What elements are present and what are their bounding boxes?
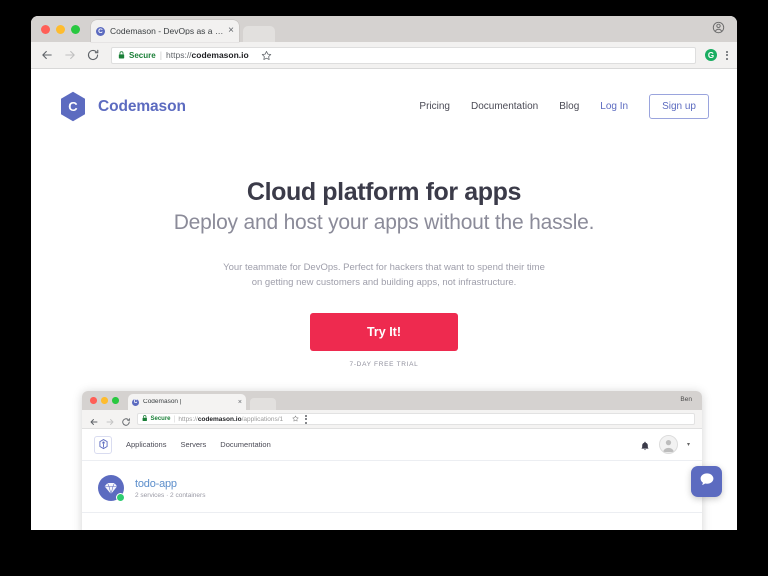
back-arrow-icon[interactable] — [40, 48, 54, 62]
site-nav: Pricing Documentation Blog Log In Sign u… — [419, 94, 709, 119]
status-indicator-online — [116, 493, 125, 502]
screenshot-url: https://codemason.io/applications/1 — [178, 416, 283, 423]
hero-subheadline: Deploy and host your apps without the ha… — [173, 210, 595, 234]
screenshot-window-controls — [90, 397, 119, 404]
free-trial-note: 7-DAY FREE TRIAL — [349, 360, 419, 368]
screenshot-tab-favicon-icon: C — [132, 398, 139, 406]
screenshot-tab-title: Codemason | — [143, 398, 182, 405]
svg-text:C: C — [68, 99, 78, 114]
address-bar[interactable]: Secure | https://codemason.io — [111, 46, 696, 64]
screenshot-three-dot-menu-icon — [305, 414, 308, 424]
screenshot-tab: C Codemason | × — [128, 394, 246, 410]
cta-container: Try It! 7-DAY FREE TRIAL — [31, 312, 737, 368]
browser-window: C Codemason - DevOps as a Ser × Secure |… — [31, 16, 737, 530]
screenshot-maximize-dot — [112, 397, 119, 404]
minimize-window-button[interactable] — [56, 25, 65, 34]
nav-link-blog[interactable]: Blog — [559, 101, 579, 112]
screenshot-forward-arrow-icon — [105, 414, 115, 425]
screenshot-tab-close-icon: × — [237, 398, 242, 406]
screenshot-lock-icon — [142, 414, 148, 424]
url-scheme: https:// — [166, 50, 192, 60]
hexagon-logo-icon: C — [59, 91, 87, 122]
chat-widget-button[interactable] — [691, 466, 722, 497]
screenshot-toolbar: Secure | https://codemason.io/applicatio… — [82, 410, 702, 429]
bookmark-star-icon[interactable] — [261, 50, 272, 61]
screenshot-address-bar: Secure | https://codemason.io/applicatio… — [137, 413, 695, 425]
try-it-button[interactable]: Try It! — [310, 312, 458, 351]
application-meta: 2 services · 2 containers — [135, 491, 206, 499]
screenshot-reload-icon — [121, 414, 131, 426]
app-nav-link-servers: Servers — [180, 440, 207, 449]
browser-tab[interactable]: C Codemason - DevOps as a Ser × — [91, 20, 239, 42]
hero-description-line-1: Your teammate for DevOps. Perfect for ha… — [223, 261, 545, 273]
browser-tab-strip: C Codemason - DevOps as a Ser × — [31, 16, 737, 42]
chevron-down-icon: ▾ — [686, 442, 690, 448]
screenshot-tab-strip: C Codemason | × Ben — [82, 391, 702, 410]
signup-button[interactable]: Sign up — [649, 94, 709, 119]
tab-title: Codemason - DevOps as a Ser — [110, 26, 226, 36]
app-nav-link-documentation: Documentation — [220, 440, 271, 449]
browser-toolbar: Secure | https://codemason.io G — [31, 42, 737, 69]
screenshot-user-label: Ben — [680, 396, 692, 403]
three-dot-menu-icon[interactable] — [726, 50, 728, 60]
brand-logo[interactable]: C Codemason — [59, 91, 186, 122]
screenshot-secure-label: Secure — [150, 416, 171, 422]
reload-icon[interactable] — [86, 48, 100, 62]
page-content: C Codemason Pricing Documentation Blog L… — [31, 69, 737, 530]
application-icon-wrapper — [98, 475, 125, 502]
application-name: todo-app — [135, 477, 177, 490]
brand-name: Codemason — [98, 97, 186, 115]
app-nav-link-applications: Applications — [126, 440, 167, 449]
hero-headline: Cloud platform for apps — [246, 178, 522, 206]
profile-icon[interactable] — [712, 21, 725, 34]
omnibox-separator: | — [159, 50, 163, 60]
close-window-button[interactable] — [41, 25, 50, 34]
new-tab-button[interactable] — [243, 26, 275, 42]
site-header: C Codemason Pricing Documentation Blog L… — [31, 69, 737, 122]
screenshot-minimize-dot — [101, 397, 108, 404]
screenshot-omnibox-separator: | — [173, 415, 176, 423]
nav-link-documentation[interactable]: Documentation — [471, 101, 538, 112]
url-host: codemason.io — [191, 50, 249, 60]
screenshot-new-tab-button — [250, 398, 276, 410]
hero-description-line-2: on getting new customers and building ap… — [251, 277, 517, 289]
app-body: todo-app 2 services · 2 containers — [82, 461, 702, 513]
screenshot-url-scheme: https:// — [178, 415, 198, 423]
avatar — [658, 435, 678, 454]
bell-icon — [640, 439, 650, 451]
tab-close-icon[interactable]: × — [228, 26, 234, 36]
product-screenshot: C Codemason | × Ben Secure | https://cod… — [82, 391, 702, 530]
screenshot-url-host: codemason.io — [197, 415, 242, 423]
app-nav: Applications Servers Documentation ▾ — [82, 429, 702, 461]
screenshot-bookmark-star-icon — [292, 415, 299, 424]
chat-bubble-icon — [699, 471, 715, 492]
forward-arrow-icon — [63, 48, 77, 62]
nav-link-login[interactable]: Log In — [600, 101, 628, 112]
list-divider — [82, 512, 702, 513]
hero-section: Cloud platform for apps Deploy and host … — [31, 178, 737, 368]
nav-link-pricing[interactable]: Pricing — [419, 101, 450, 112]
screenshot-url-path: /applications/1 — [241, 415, 284, 423]
hero-description: Your teammate for DevOps. Perfect for ha… — [31, 260, 737, 291]
extension-icon[interactable]: G — [705, 49, 717, 61]
tab-favicon-icon: C — [96, 26, 105, 36]
window-controls[interactable] — [41, 25, 80, 34]
address-bar-url: https://codemason.io — [166, 50, 249, 60]
application-list-item: todo-app 2 services · 2 containers — [98, 475, 686, 502]
screenshot-close-dot — [90, 397, 97, 404]
application-text: todo-app 2 services · 2 containers — [135, 478, 205, 499]
maximize-window-button[interactable] — [71, 25, 80, 34]
app-logo-icon — [94, 435, 112, 454]
lock-icon — [118, 51, 125, 59]
screenshot-back-arrow-icon — [89, 414, 99, 425]
secure-label: Secure — [129, 50, 156, 60]
